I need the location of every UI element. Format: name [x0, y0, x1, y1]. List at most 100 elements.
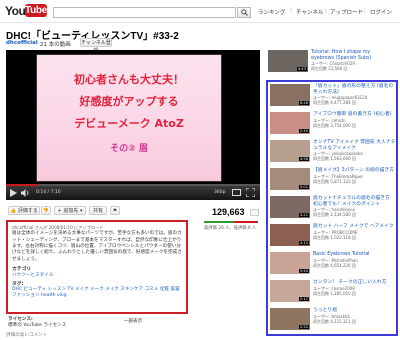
- tag-link[interactable]: ファッション: [12, 293, 40, 298]
- video-thumbnail[interactable]: 3:21: [270, 196, 310, 218]
- frame-text-line: デビューメーク AtoZ: [74, 117, 184, 130]
- time-display: 0:14 / 7:10: [36, 190, 61, 195]
- video-thumbnail[interactable]: 4:43: [268, 50, 308, 72]
- duration-badge: 5:40: [298, 269, 309, 273]
- related-video-text: 【眉メイク】3パターン の眉の描き方 ユーザー: TheEmmaPaper 再生…: [313, 168, 396, 184]
- related-video-views: 再生回数 2,134,580 回: [313, 212, 356, 218]
- video-thumbnail[interactable]: 5:40: [270, 252, 310, 274]
- tag-link[interactable]: TV: [68, 287, 74, 292]
- category-heading: カテゴリ: [12, 266, 32, 272]
- tags-heading: タグ:: [12, 281, 24, 287]
- related-video-title[interactable]: アイブロウ簡単 眉の書き方 (初心者): [313, 112, 396, 118]
- video-count[interactable]: 21 本の動画: [40, 40, 71, 48]
- related-video-views: 再生回数 3,754,000 回: [313, 122, 356, 128]
- tag-link[interactable]: 化粧: [160, 287, 169, 292]
- search-icon: [240, 9, 248, 16]
- duration-badge: 3:21: [298, 213, 309, 217]
- likes-summary: 高評価 20 人、低評価 6 人: [204, 226, 257, 231]
- tag-link[interactable]: vlog: [57, 293, 67, 298]
- related-video-views: 再生回数 1,563,000 回: [313, 156, 356, 162]
- tag-link[interactable]: health: [41, 293, 56, 298]
- flag-icon: ⚑: [112, 208, 118, 214]
- plus-icon: +: [57, 208, 62, 214]
- video-thumbnail[interactable]: 2:40: [270, 112, 310, 134]
- logo-tube-text: Tube: [25, 4, 47, 17]
- related-video-title[interactable]: カンタン！ チークの正しい入れ方: [313, 280, 396, 286]
- nav-login-link[interactable]: ログイン: [370, 8, 392, 16]
- nav-separator: |: [325, 8, 327, 14]
- video-thumbnail[interactable]: 4:58: [270, 140, 310, 162]
- frame-text-line: 好感度がアップする: [79, 95, 179, 108]
- dislike-button[interactable]: 👎: [41, 206, 51, 215]
- nav-separator: |: [290, 8, 292, 14]
- thumbs-down-icon: 👎: [42, 208, 50, 214]
- nav-upload-link[interactable]: アップロード: [330, 8, 363, 16]
- related-videos-list: 6:26 「眉カット」眉の形の整え方 (眉毛の手入れ方法) ユーザー: muga…: [266, 80, 398, 336]
- related-video-title[interactable]: 「眉カット」眉の形の整え方 (眉毛の手入れ方法): [313, 84, 396, 95]
- tag-link[interactable]: スキンケア: [120, 287, 143, 292]
- nav-separator: |: [364, 8, 366, 14]
- add-label: 追加先: [63, 208, 79, 214]
- related-video-text: カンタン！ チークの正しい入れ方 ユーザー: cosme2008 再生回数 1,…: [313, 280, 396, 296]
- duration-badge: 4:12: [298, 241, 309, 245]
- volume-icon[interactable]: [21, 189, 30, 199]
- video-thumbnail[interactable]: 2:52: [270, 308, 310, 330]
- duration-badge: 2:52: [298, 325, 309, 329]
- video-thumbnail[interactable]: 5:01: [270, 168, 310, 190]
- header-divider: [0, 22, 400, 23]
- related-video-text: 眉カット ハーフ メイクで ヘアメイク ユーザー: PROBCCOME 再生回数…: [313, 224, 396, 240]
- related-video-title[interactable]: 眉カット ハーフ メイクで ヘアメイク: [313, 224, 396, 230]
- duration-badge: 6:26: [298, 101, 309, 105]
- tag-link[interactable]: DHC: [12, 287, 22, 292]
- stats-icon[interactable]: [250, 209, 259, 216]
- youtube-logo[interactable]: You Tube: [5, 4, 47, 18]
- search-button[interactable]: [237, 7, 251, 18]
- related-video-text: Basic Eyebrows Tutorial ユーザー: MichellePh…: [313, 252, 396, 268]
- related-video-text: アイブロウ簡単 眉の書き方 (初心者) ユーザー: cehishi 再生回数 3…: [313, 112, 396, 128]
- video-thumbnail[interactable]: 2:17: [270, 280, 310, 302]
- frame-text-line: 初心者さんも大丈夫！: [74, 73, 184, 86]
- tag-link[interactable]: レッスン: [48, 287, 66, 292]
- top-comments-heading: 評価の高いコメント: [6, 333, 48, 338]
- tag-link[interactable]: ビューティ: [24, 287, 47, 292]
- play-icon[interactable]: [10, 189, 17, 199]
- related-video-text: Tutorial: How I shape my eyebrows (Spani…: [311, 50, 394, 71]
- tag-link[interactable]: メーク: [90, 287, 104, 292]
- popout-icon[interactable]: [232, 189, 241, 196]
- share-button[interactable]: 共有: [89, 206, 107, 215]
- related-video-text: 「眉カット」眉の形の整え方 (眉毛の手入れ方法) ユーザー: mugapaper…: [313, 84, 396, 105]
- uploader-line: dhcofficial さんが 2008/01/10 にアップロード: [12, 225, 104, 230]
- video-frame: 初心者さんも大丈夫！ 好感度がアップする デビューメーク AtoZ その② 眉: [36, 54, 222, 182]
- subscribe-button[interactable]: チャンネル登録: [80, 38, 112, 54]
- related-video-views: 再生回数 5,871,133 回: [313, 178, 356, 184]
- video-thumbnail[interactable]: 4:12: [270, 224, 310, 246]
- video-thumbnail[interactable]: 6:26: [270, 84, 310, 106]
- show-more-button[interactable]: 一部表示: [6, 318, 260, 324]
- related-video-item[interactable]: 4:43 Tutorial: How I shape my eyebrows (…: [268, 50, 398, 78]
- search-input[interactable]: [53, 7, 236, 18]
- like-bar: [204, 221, 234, 223]
- tag-link[interactable]: 美容: [170, 287, 179, 292]
- fullscreen-icon[interactable]: [245, 187, 256, 199]
- nav-ranking-link[interactable]: ランキング: [258, 8, 285, 16]
- channel-link[interactable]: dhcofficial: [6, 40, 38, 46]
- related-video-title[interactable]: 【眉メイク】3パターン の眉の描き方: [313, 168, 396, 174]
- rate-button[interactable]: 👍 評価する: [8, 206, 40, 215]
- tag-link[interactable]: メイク: [105, 287, 119, 292]
- rate-label: 評価する: [17, 208, 38, 214]
- frame-text-line: その② 眉: [110, 144, 148, 154]
- category-link[interactable]: ハウツーとスタイル: [12, 272, 182, 278]
- related-video-views: 再生回数 4,477,284 回: [313, 100, 356, 106]
- related-video-title[interactable]: Tutorial: How I shape my eyebrows (Spani…: [311, 50, 394, 61]
- related-video-views: 再生回数 21,566 回: [311, 66, 348, 72]
- related-video-title[interactable]: 眉カットナチュラルの眉毛の描き方 初心者でも！メイクのポイント: [313, 196, 396, 207]
- tag-link[interactable]: メイク: [75, 287, 89, 292]
- tag-list: DHC ビューティ レッスン TV メイク メーク メイク スキンケア コスメ …: [12, 287, 182, 299]
- flag-button[interactable]: ⚑: [110, 206, 120, 215]
- quality-button[interactable]: 360p: [214, 190, 225, 195]
- nav-channel-link[interactable]: チャンネル: [296, 8, 323, 16]
- add-to-button[interactable]: + 追加先 ▾: [54, 206, 86, 215]
- tag-link[interactable]: コスメ: [145, 287, 159, 292]
- related-video-text: 眉カットナチュラルの眉毛の描き方 初心者でも！メイクのポイント ユーザー: ha…: [313, 196, 396, 217]
- related-video-title[interactable]: オンナTV アイメイク 雰囲気 大人ナチュラルなアイメイク: [313, 140, 396, 151]
